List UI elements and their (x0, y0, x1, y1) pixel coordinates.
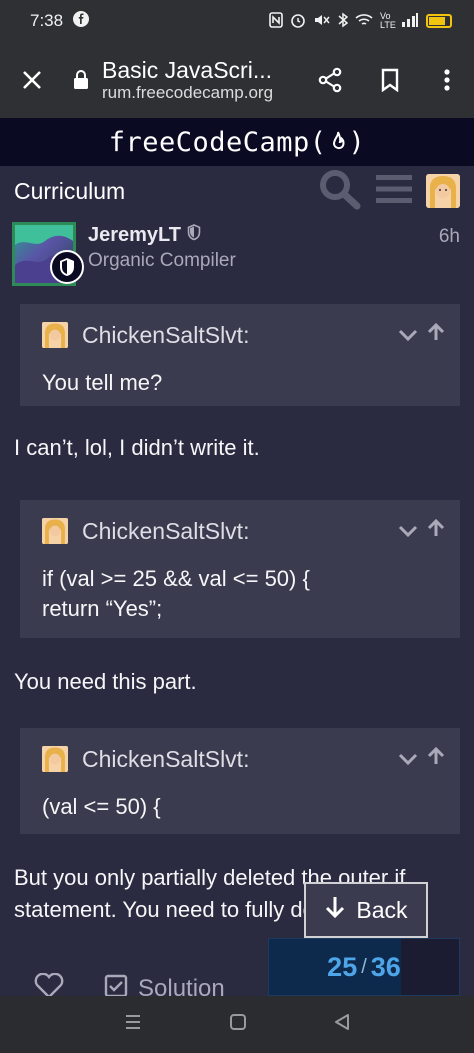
signal-icon (401, 12, 419, 30)
arrow-up-icon[interactable] (426, 746, 446, 772)
quote-block: ChickenSaltSlvt: if (val >= 25 && val <=… (14, 500, 460, 638)
forum-header: Curriculum (0, 166, 474, 216)
bluetooth-icon (338, 12, 349, 31)
page-url: rum.freecodecamp.org (102, 83, 274, 103)
post-time[interactable]: 6h (439, 226, 460, 248)
progress-separator: / (361, 955, 367, 978)
shield-icon (187, 224, 201, 247)
post-header: JeremyLT Organic Compiler 6h (0, 218, 474, 288)
quote-author-avatar (42, 322, 68, 348)
home-icon[interactable] (229, 1013, 247, 1036)
quote-author-avatar (42, 746, 68, 772)
fcc-logo[interactable]: freeCodeCamp( ) (0, 118, 474, 166)
quote-text: if (val >= 25 && val <= 50) { return “Ye… (20, 550, 460, 623)
quote-author: ChickenSaltSlvt: (82, 517, 250, 544)
wifi-icon (355, 13, 373, 30)
progress-current: 25 (327, 951, 358, 982)
chevron-down-icon[interactable] (398, 518, 418, 544)
quote-line: (val <= 50) { (42, 794, 161, 819)
fcc-logo-text-end: ) (348, 126, 366, 158)
quote-text: (val <= 50) { (20, 778, 460, 822)
close-icon[interactable] (0, 42, 64, 118)
browser-toolbar: Basic JavaScri... rum.freecodecamp.org (0, 42, 474, 118)
quote-line: if (val >= 25 && val <= 50) { (42, 566, 310, 591)
mute-icon (313, 12, 331, 31)
moderator-shield-icon (50, 250, 84, 284)
back-button[interactable]: Back (304, 882, 428, 938)
lock-icon (68, 70, 94, 90)
poster-title: Organic Compiler (88, 250, 236, 271)
arrow-down-icon (324, 895, 346, 925)
quote-block: ChickenSaltSlvt: (val <= 50) { (14, 728, 460, 834)
facebook-icon (73, 10, 90, 32)
address-bar[interactable]: Basic JavaScri... rum.freecodecamp.org (94, 57, 300, 103)
search-icon[interactable] (318, 168, 362, 215)
category-title[interactable]: Curriculum (14, 178, 125, 205)
nfc-icon (269, 11, 283, 31)
quote-author-avatar (42, 518, 68, 544)
more-options-icon[interactable] (420, 42, 474, 118)
arrow-up-icon[interactable] (426, 518, 446, 544)
quote-line: return “Yes”; (42, 595, 163, 621)
back-triangle-icon[interactable] (333, 1013, 351, 1036)
post-paragraph: You need this part. (14, 669, 197, 694)
share-icon[interactable] (300, 42, 360, 118)
poster-username[interactable]: JeremyLT (88, 224, 181, 247)
status-time: 7:38 (30, 11, 64, 30)
back-button-label: Back (356, 896, 408, 923)
system-navigation-bar (0, 996, 474, 1053)
quote-block: ChickenSaltSlvt: You tell me? (14, 304, 460, 406)
current-user-avatar[interactable] (426, 174, 460, 208)
arrow-up-icon[interactable] (426, 322, 446, 348)
recent-apps-icon[interactable] (123, 1013, 143, 1036)
progress-total: 36 (370, 951, 401, 982)
page-title: Basic JavaScri... (102, 57, 272, 83)
bookmark-icon[interactable] (360, 42, 420, 118)
status-bar: 7:38 Vo LTE (0, 0, 474, 42)
topic-progress[interactable]: 25 / 36 (268, 938, 460, 996)
hamburger-menu-icon[interactable] (374, 172, 414, 211)
quote-line: You tell me? (42, 370, 163, 395)
volte-icon: Vo LTE (380, 11, 396, 30)
battery-icon (426, 14, 452, 28)
post-paragraph: I can’t, lol, I didn’t write it. (14, 435, 260, 460)
chevron-down-icon[interactable] (398, 322, 418, 348)
chevron-down-icon[interactable] (398, 746, 418, 772)
fcc-logo-text-start: freeCodeCamp( (108, 126, 327, 158)
alarm-icon (290, 12, 306, 31)
quote-text: You tell me? (20, 354, 460, 398)
flame-icon (329, 130, 347, 154)
quote-author: ChickenSaltSlvt: (82, 745, 250, 772)
quote-author: ChickenSaltSlvt: (82, 321, 250, 348)
